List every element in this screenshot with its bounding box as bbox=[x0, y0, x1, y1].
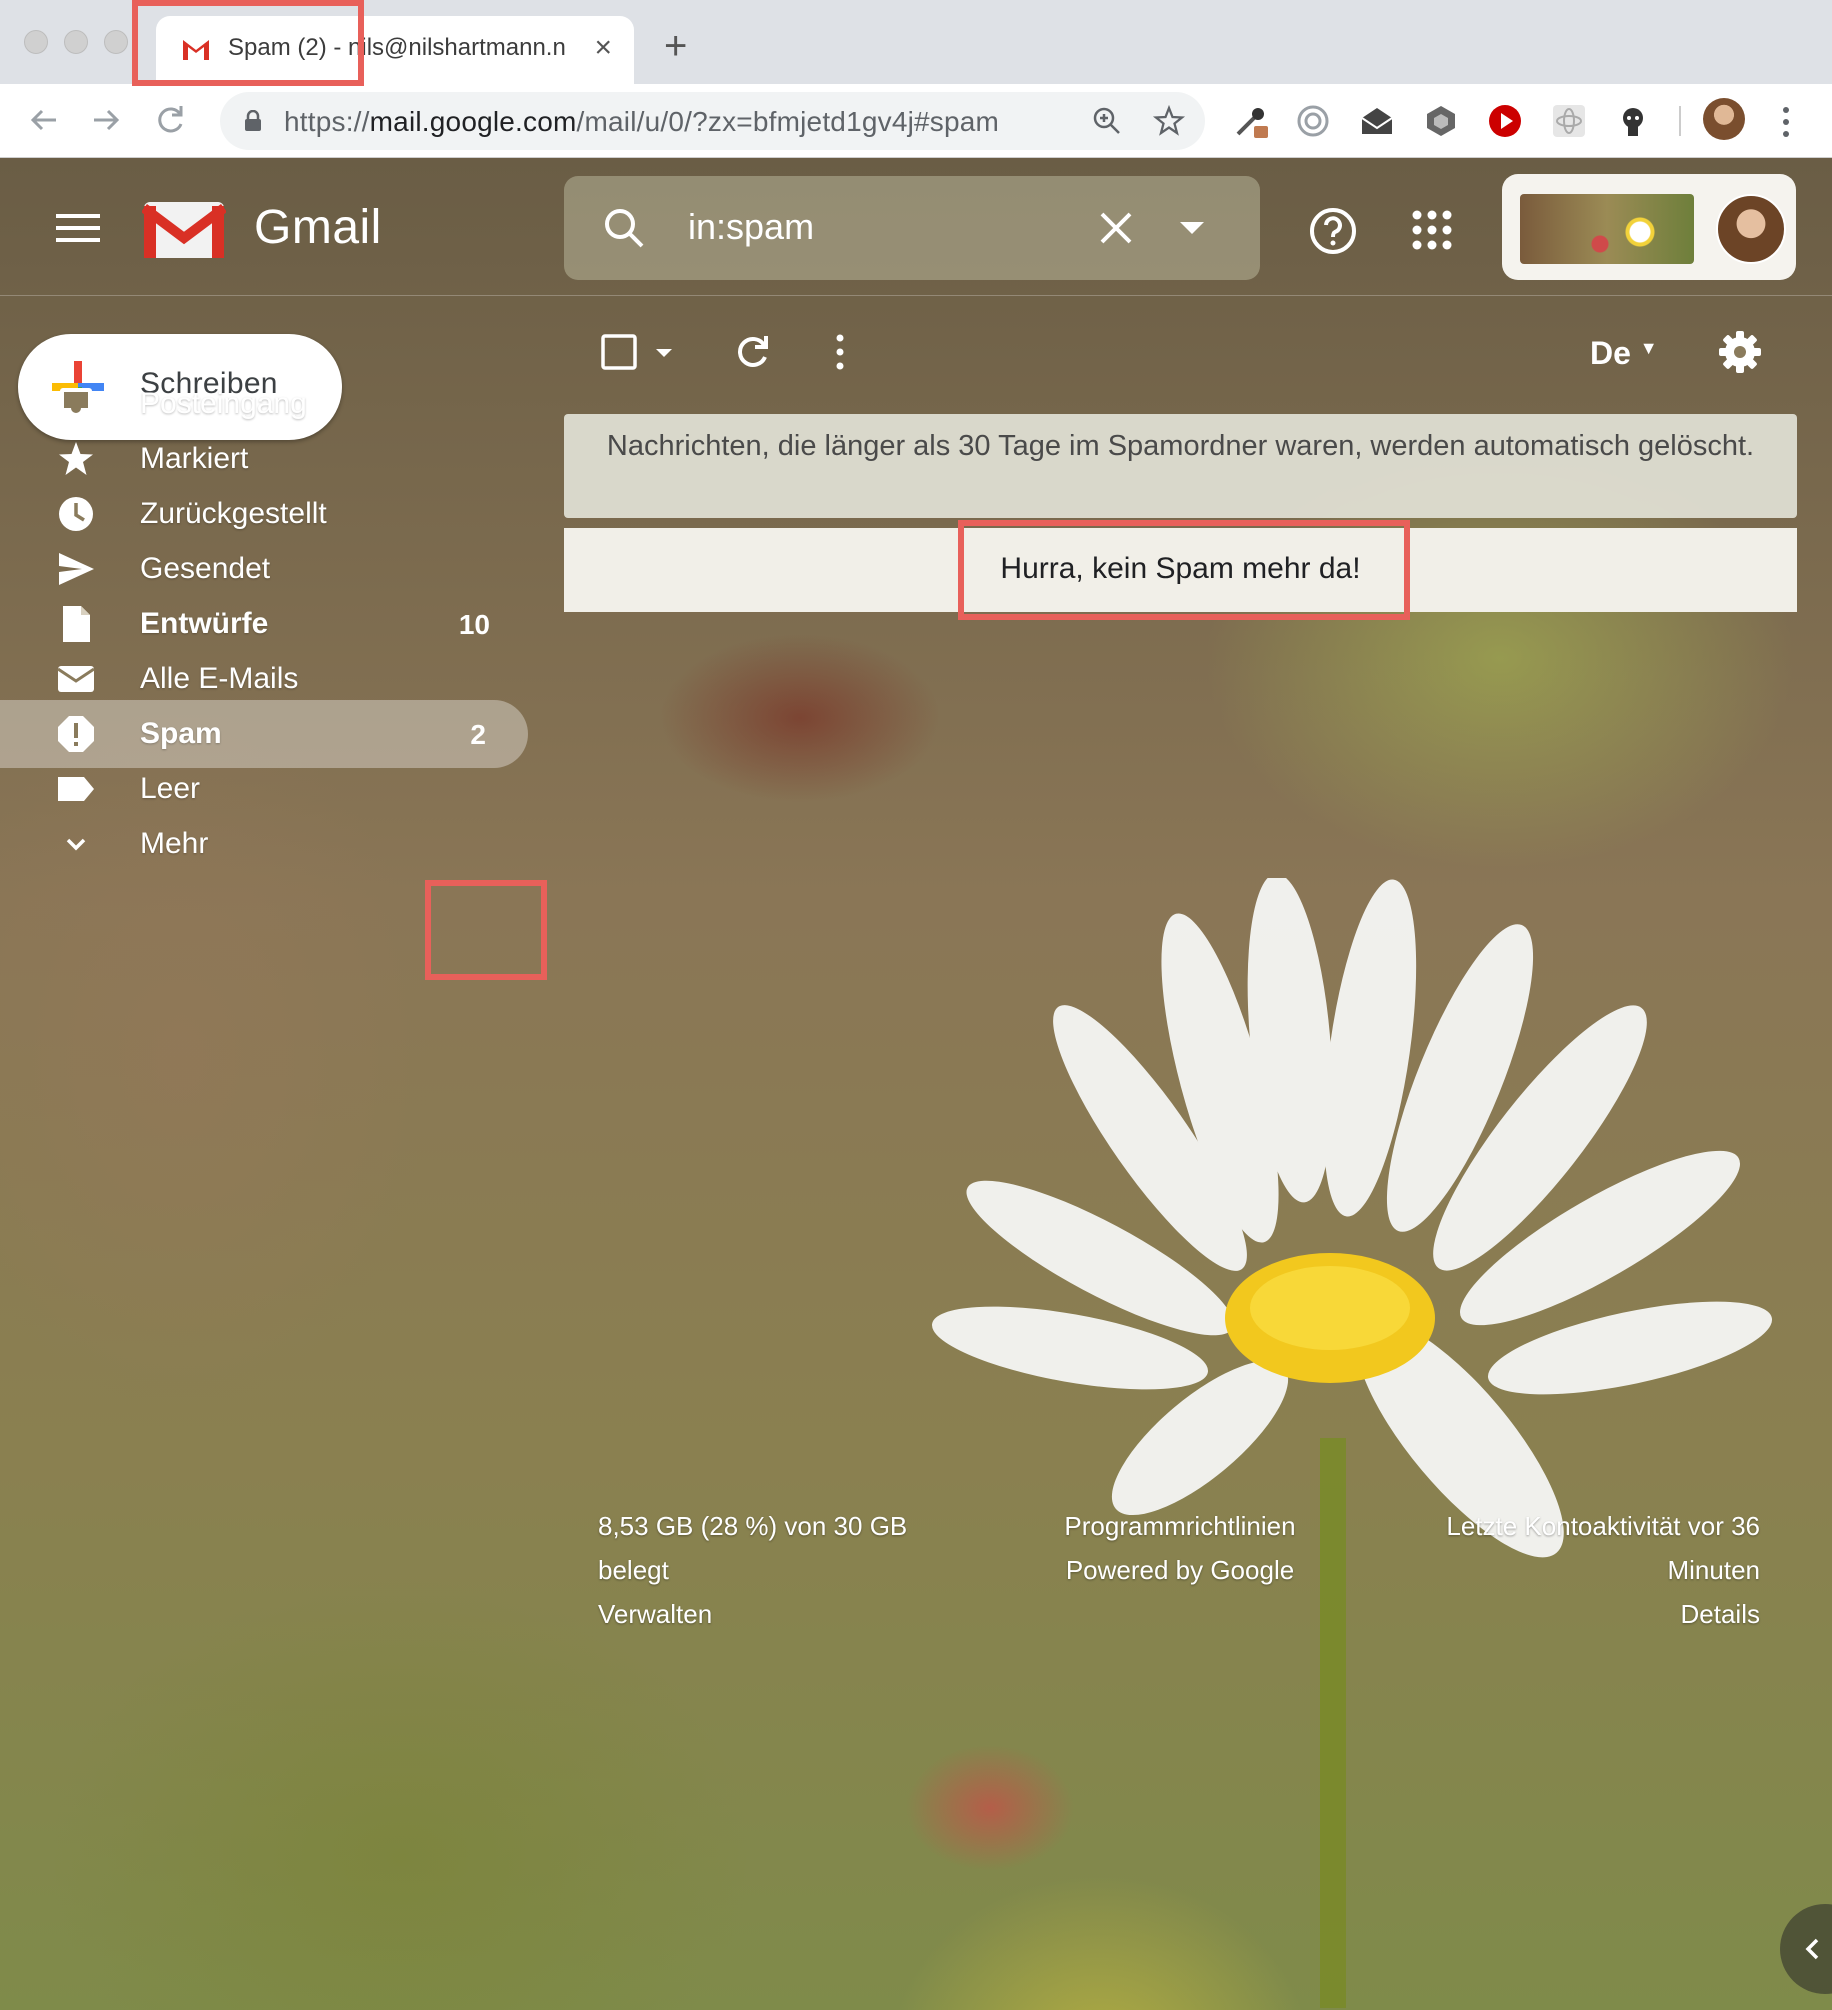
sidebar-item-label: Alle E-Mails bbox=[140, 662, 299, 695]
toolbar-divider bbox=[1679, 106, 1681, 136]
theme-thumbnail[interactable] bbox=[1520, 194, 1694, 264]
spam-icon bbox=[58, 716, 94, 752]
clear-search-icon[interactable] bbox=[1094, 206, 1138, 250]
search-input[interactable]: in:spam bbox=[688, 206, 814, 248]
bookmark-star-icon[interactable] bbox=[1152, 104, 1186, 138]
activity-footer: Letzte Kontoaktivität vor 36 Minuten Det… bbox=[1360, 1504, 1760, 1636]
extension-mail-icon[interactable] bbox=[1358, 102, 1396, 140]
url-host: mail.google.com bbox=[369, 106, 577, 137]
url-path: /mail/u/0/?zx=bfmjetd1gv4j#spam bbox=[576, 106, 1000, 137]
refresh-icon[interactable] bbox=[732, 332, 772, 372]
more-actions-icon[interactable] bbox=[830, 332, 850, 372]
sidebar-item-label: Entwürfe bbox=[140, 607, 269, 640]
draft-icon bbox=[63, 606, 90, 642]
extension-play-icon[interactable] bbox=[1486, 102, 1524, 140]
sidebar-item-label: Posteingang bbox=[140, 387, 307, 420]
browser-menu-icon[interactable] bbox=[1776, 102, 1796, 142]
sidebar-item-label: Spam bbox=[140, 717, 222, 750]
policies-footer: Programmrichtlinien Powered by Google bbox=[1000, 1504, 1360, 1592]
sidebar-item-count: 10 bbox=[458, 609, 490, 640]
chevron-left-icon bbox=[1805, 1938, 1819, 1960]
url-scheme: https:// bbox=[284, 106, 370, 137]
window-minimize-button[interactable] bbox=[64, 30, 88, 54]
storage-usage-line1: 8,53 GB (28 %) von 30 GB bbox=[598, 1511, 908, 1541]
zoom-icon[interactable] bbox=[1090, 104, 1124, 138]
spam-retention-notice-text: Nachrichten, die länger als 30 Tage im S… bbox=[606, 430, 1755, 462]
main-menu-icon[interactable] bbox=[56, 212, 100, 244]
extension-eyedropper-icon[interactable] bbox=[1232, 102, 1270, 140]
extension-react-icon[interactable] bbox=[1550, 102, 1588, 140]
sidebar-item-label: Mehr bbox=[140, 827, 209, 860]
select-all-checkbox[interactable] bbox=[600, 332, 676, 372]
extension-target-icon[interactable] bbox=[1294, 102, 1332, 140]
input-tools-button[interactable]: De ▼ bbox=[1590, 335, 1658, 372]
header-divider bbox=[0, 295, 1832, 296]
browser-profile-avatar[interactable] bbox=[1703, 98, 1745, 140]
storage-footer: 8,53 GB (28 %) von 30 GB belegt Verwalte… bbox=[598, 1504, 907, 1636]
send-icon bbox=[59, 553, 94, 585]
extension-cube-icon[interactable] bbox=[1422, 102, 1460, 140]
storage-usage-line2: belegt bbox=[598, 1555, 669, 1585]
highlight-tab-title bbox=[132, 0, 364, 86]
powered-by-google-text: Powered by Google bbox=[1065, 1555, 1295, 1585]
activity-details-link[interactable]: Details bbox=[1360, 1592, 1760, 1636]
google-apps-icon[interactable] bbox=[1410, 208, 1454, 252]
label-icon bbox=[58, 777, 94, 801]
reload-icon[interactable] bbox=[150, 100, 190, 140]
background-daisy-image bbox=[932, 878, 1773, 2008]
help-icon[interactable] bbox=[1308, 206, 1358, 256]
highlight-empty-message bbox=[958, 520, 1410, 620]
new-tab-button[interactable]: + bbox=[664, 26, 687, 66]
sidebar-item-count: 2 bbox=[470, 719, 486, 750]
search-options-dropdown-icon[interactable] bbox=[1178, 220, 1206, 236]
spam-retention-notice: Nachrichten, die länger als 30 Tage im S… bbox=[564, 414, 1797, 518]
address-bar[interactable]: https://mail.google.com/mail/u/0/?zx=bfm… bbox=[220, 92, 1205, 150]
sidebar-item-label: Gesendet bbox=[140, 552, 271, 585]
gmail-brand-text: Gmail bbox=[254, 201, 382, 254]
search-icon[interactable] bbox=[602, 206, 646, 250]
account-activity-line2: Minuten bbox=[1667, 1555, 1761, 1585]
mail-icon bbox=[57, 666, 95, 692]
account-activity-line1: Letzte Kontoaktivität vor 36 bbox=[1446, 1511, 1760, 1541]
extension-octocat-icon[interactable] bbox=[1614, 102, 1652, 140]
url-text: https://mail.google.com/mail/u/0/?zx=bfm… bbox=[284, 106, 999, 138]
input-tools-label: De bbox=[1590, 335, 1631, 371]
gmail-app: Gmail in:spam Schreiben Posteingang Mark… bbox=[0, 158, 1832, 2010]
window-close-button[interactable] bbox=[24, 30, 48, 54]
inbox-icon bbox=[60, 388, 92, 420]
input-tools-dropdown-icon: ▼ bbox=[1639, 338, 1658, 358]
manage-storage-link[interactable]: Verwalten bbox=[598, 1592, 907, 1636]
tab-close-button[interactable]: × bbox=[594, 30, 612, 66]
search-bar[interactable]: in:spam bbox=[564, 176, 1260, 280]
window-zoom-button[interactable] bbox=[104, 30, 128, 54]
sidebar-item-label: Leer bbox=[140, 772, 201, 805]
gmail-logo-icon bbox=[142, 202, 226, 258]
lock-icon bbox=[245, 110, 261, 131]
program-policies-link[interactable]: Programmrichtlinien bbox=[1000, 1504, 1360, 1548]
sidebar-item-label: Markiert bbox=[140, 442, 249, 475]
account-avatar[interactable] bbox=[1716, 194, 1786, 264]
chevron-down-icon bbox=[66, 838, 86, 851]
sidebar-item-label: Zurückgestellt bbox=[140, 497, 327, 530]
highlight-spam-count bbox=[425, 880, 547, 980]
browser-toolbar: https://mail.google.com/mail/u/0/?zx=bfm… bbox=[0, 84, 1832, 158]
sidebar-item-more[interactable]: Mehr bbox=[0, 810, 540, 878]
star-icon bbox=[59, 442, 93, 475]
back-icon[interactable] bbox=[24, 100, 64, 140]
clock-icon bbox=[59, 497, 93, 531]
account-area[interactable] bbox=[1502, 174, 1796, 280]
forward-icon[interactable] bbox=[86, 100, 126, 140]
settings-gear-icon[interactable] bbox=[1718, 330, 1762, 374]
